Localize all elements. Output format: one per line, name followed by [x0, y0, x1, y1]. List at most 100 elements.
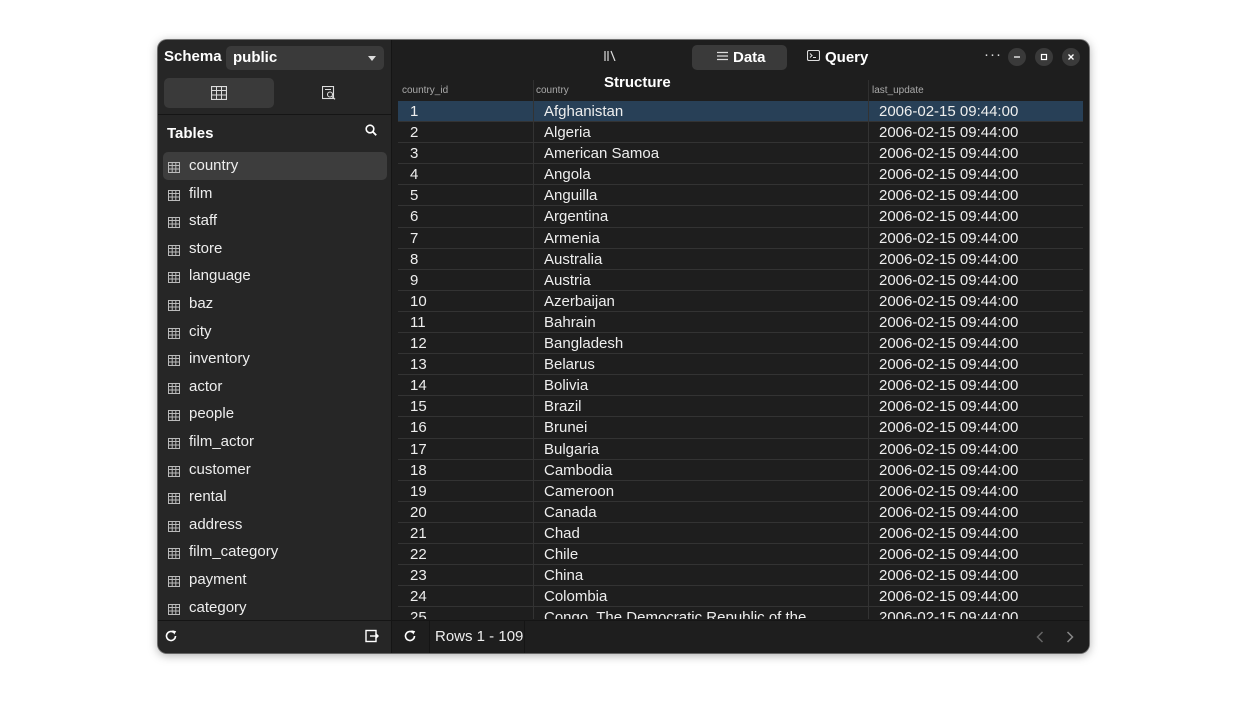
tab-structure[interactable]: Structure	[604, 45, 686, 91]
cell-country-id[interactable]: 9	[410, 272, 418, 289]
table-row[interactable]: 1 Afghanistan 2006-02-15 09:44:00	[398, 101, 1083, 123]
cell-last-update[interactable]: 2006-02-15 09:44:00	[879, 588, 1018, 605]
sidebar-item-film-actor[interactable]: film_actor	[163, 428, 387, 456]
column-header-last-update[interactable]: last_update	[872, 85, 924, 96]
cell-country-id[interactable]: 19	[410, 483, 427, 500]
sidebar-item-country[interactable]: country	[163, 152, 387, 180]
cell-country[interactable]: Austria	[544, 272, 591, 289]
cell-last-update[interactable]: 2006-02-15 09:44:00	[879, 525, 1018, 542]
cell-country[interactable]: Cambodia	[544, 462, 612, 479]
cell-country[interactable]: Brazil	[544, 398, 582, 415]
table-row[interactable]: 9 Austria 2006-02-15 09:44:00	[398, 269, 1083, 291]
table-row[interactable]: 2 Algeria 2006-02-15 09:44:00	[398, 122, 1083, 144]
cell-last-update[interactable]: 2006-02-15 09:44:00	[879, 398, 1018, 415]
table-row[interactable]: 5 Anguilla 2006-02-15 09:44:00	[398, 185, 1083, 207]
column-divider[interactable]	[868, 80, 869, 101]
table-row[interactable]: 3 American Samoa 2006-02-15 09:44:00	[398, 143, 1083, 165]
cell-country[interactable]: Bulgaria	[544, 441, 599, 458]
cell-country[interactable]: Colombia	[544, 588, 607, 605]
close-button[interactable]	[1062, 48, 1080, 66]
cell-country-id[interactable]: 4	[410, 166, 418, 183]
table-row[interactable]: 11 Bahrain 2006-02-15 09:44:00	[398, 311, 1083, 334]
cell-last-update[interactable]: 2006-02-15 09:44:00	[879, 441, 1018, 458]
sidebar-item-inventory[interactable]: inventory	[163, 345, 387, 373]
cell-country-id[interactable]: 15	[410, 398, 427, 415]
sidebar-item-address[interactable]: address	[163, 511, 387, 539]
sidebar-item-film-category[interactable]: film_category	[163, 538, 387, 566]
cell-country-id[interactable]: 20	[410, 504, 427, 521]
table-row[interactable]: 13 Belarus 2006-02-15 09:44:00	[398, 354, 1083, 376]
sidebar-item-store[interactable]: store	[163, 235, 387, 263]
cell-last-update[interactable]: 2006-02-15 09:44:00	[879, 567, 1018, 584]
table-row[interactable]: 25 Congo, The Democratic Republic of the 2…	[398, 607, 1083, 619]
maximize-button[interactable]	[1035, 48, 1053, 66]
column-header-country[interactable]: country	[536, 85, 569, 96]
cell-country[interactable]: Cameroon	[544, 483, 614, 500]
cell-last-update[interactable]: 2006-02-15 09:44:00	[879, 504, 1018, 521]
cell-last-update[interactable]: 2006-02-15 09:44:00	[879, 272, 1018, 289]
column-header-country-id[interactable]: country_id	[402, 85, 448, 96]
cell-country-id[interactable]: 6	[410, 208, 418, 225]
sidebar-item-baz[interactable]: baz	[163, 290, 387, 318]
table-row[interactable]: 8 Australia 2006-02-15 09:44:00	[398, 248, 1083, 270]
cell-country[interactable]: Bangladesh	[544, 335, 623, 352]
cell-country[interactable]: Congo, The Democratic Republic of the	[544, 609, 806, 619]
cell-country-id[interactable]: 23	[410, 567, 427, 584]
cell-country-id[interactable]: 1	[410, 103, 418, 120]
cell-last-update[interactable]: 2006-02-15 09:44:00	[879, 124, 1018, 141]
table-row[interactable]: 17 Bulgaria 2006-02-15 09:44:00	[398, 438, 1083, 460]
table-row[interactable]: 20 Canada 2006-02-15 09:44:00	[398, 501, 1083, 523]
cell-country[interactable]: Bahrain	[544, 314, 596, 331]
cell-country-id[interactable]: 22	[410, 546, 427, 563]
cell-country-id[interactable]: 12	[410, 335, 427, 352]
cell-last-update[interactable]: 2006-02-15 09:44:00	[879, 419, 1018, 436]
cell-country-id[interactable]: 3	[410, 145, 418, 162]
cell-last-update[interactable]: 2006-02-15 09:44:00	[879, 293, 1018, 310]
table-row[interactable]: 21 Chad 2006-02-15 09:44:00	[398, 522, 1083, 544]
cell-country[interactable]: Chad	[544, 525, 580, 542]
cell-last-update[interactable]: 2006-02-15 09:44:00	[879, 251, 1018, 268]
cell-country-id[interactable]: 13	[410, 356, 427, 373]
cell-country-id[interactable]: 21	[410, 525, 427, 542]
cell-country[interactable]: Armenia	[544, 230, 600, 247]
table-row[interactable]: 24 Colombia 2006-02-15 09:44:00	[398, 586, 1083, 608]
cell-country[interactable]: China	[544, 567, 583, 584]
cell-country[interactable]: Argentina	[544, 208, 608, 225]
cell-country[interactable]: Belarus	[544, 356, 595, 373]
table-row[interactable]: 14 Bolivia 2006-02-15 09:44:00	[398, 375, 1083, 397]
tab-data[interactable]: Data	[692, 45, 787, 70]
table-row[interactable]: 6 Argentina 2006-02-15 09:44:00	[398, 206, 1083, 228]
chevron-right-icon[interactable]	[1066, 630, 1074, 648]
cell-last-update[interactable]: 2006-02-15 09:44:00	[879, 314, 1018, 331]
table-row[interactable]: 16 Brunei 2006-02-15 09:44:00	[398, 417, 1083, 439]
cell-country-id[interactable]: 25	[410, 609, 427, 619]
schema-select[interactable]: public	[226, 46, 384, 70]
minimize-button[interactable]	[1008, 48, 1026, 66]
table-row[interactable]: 10 Azerbaijan 2006-02-15 09:44:00	[398, 290, 1083, 312]
cell-country[interactable]: Chile	[544, 546, 578, 563]
cell-last-update[interactable]: 2006-02-15 09:44:00	[879, 166, 1018, 183]
cell-country[interactable]: Angola	[544, 166, 591, 183]
table-row[interactable]: 7 Armenia 2006-02-15 09:44:00	[398, 227, 1083, 249]
cell-country-id[interactable]: 17	[410, 441, 427, 458]
tables-view-button[interactable]	[164, 78, 274, 108]
table-row[interactable]: 23 China 2006-02-15 09:44:00	[398, 565, 1083, 587]
cell-last-update[interactable]: 2006-02-15 09:44:00	[879, 335, 1018, 352]
search-icon[interactable]	[365, 123, 377, 141]
sidebar-item-actor[interactable]: actor	[163, 373, 387, 401]
chevron-left-icon[interactable]	[1036, 630, 1044, 648]
cell-last-update[interactable]: 2006-02-15 09:44:00	[879, 145, 1018, 162]
table-row[interactable]: 18 Cambodia 2006-02-15 09:44:00	[398, 459, 1083, 481]
cell-last-update[interactable]: 2006-02-15 09:44:00	[879, 546, 1018, 563]
cell-country-id[interactable]: 10	[410, 293, 427, 310]
table-row[interactable]: 19 Cameroon 2006-02-15 09:44:00	[398, 480, 1083, 502]
cell-last-update[interactable]: 2006-02-15 09:44:00	[879, 356, 1018, 373]
cell-country-id[interactable]: 18	[410, 462, 427, 479]
cell-country-id[interactable]: 7	[410, 230, 418, 247]
refresh-icon[interactable]	[403, 629, 417, 648]
tab-query[interactable]: Query	[806, 45, 877, 70]
table-row[interactable]: 12 Bangladesh 2006-02-15 09:44:00	[398, 333, 1083, 355]
cell-country-id[interactable]: 24	[410, 588, 427, 605]
cell-last-update[interactable]: 2006-02-15 09:44:00	[879, 483, 1018, 500]
sidebar-item-rental[interactable]: rental	[163, 483, 387, 511]
